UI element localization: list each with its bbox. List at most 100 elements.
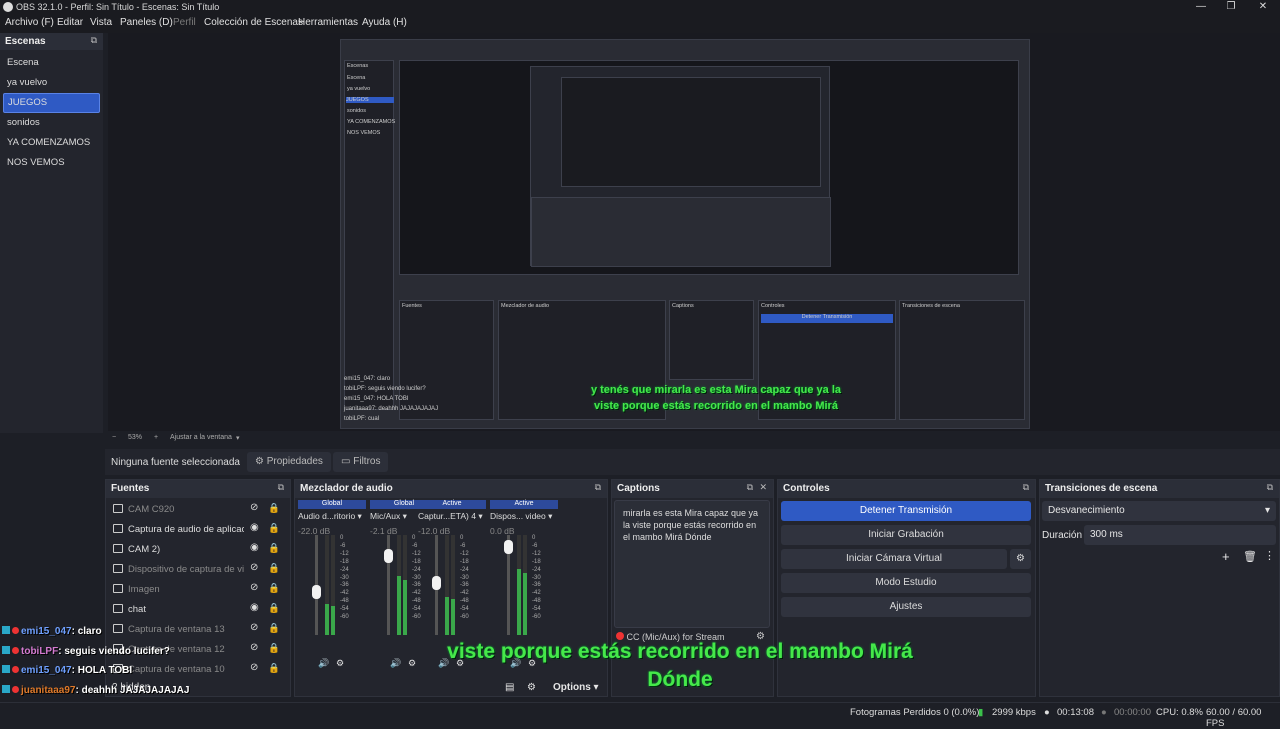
- nested-text: sonidos: [347, 108, 366, 114]
- menu-ayuda[interactable]: Ayuda (H): [362, 17, 407, 28]
- maximize-button[interactable]: ❐: [1216, 0, 1246, 15]
- virtual-cam-settings-icon[interactable]: ⚙: [1010, 549, 1031, 569]
- menu-coleccion[interactable]: Colección de Escenas: [204, 17, 303, 28]
- eye-off-icon[interactable]: ⊘: [250, 582, 258, 593]
- eye-off-icon[interactable]: ⊘: [250, 662, 258, 673]
- settings-button[interactable]: Ajustes: [781, 597, 1031, 617]
- source-item[interactable]: chat ◉ 🔒: [110, 600, 286, 620]
- meter-fill: [325, 603, 329, 635]
- volume-icon[interactable]: 🔊: [390, 658, 401, 669]
- eye-icon[interactable]: ◉: [250, 602, 259, 613]
- properties-button[interactable]: ⚙ Propiedades: [247, 452, 331, 472]
- start-virtual-cam-button[interactable]: Iniciar Cámara Virtual: [781, 549, 1007, 569]
- channel-name[interactable]: Dispos... video ▾: [490, 511, 558, 522]
- menu-archivo[interactable]: Archivo (F): [5, 17, 54, 28]
- channel-name[interactable]: Captur...ETA) 4 ▾: [418, 511, 486, 522]
- zoom-fit-select[interactable]: Ajustar a la ventana: [170, 434, 232, 441]
- captions-header: Captions ⧉ ✕: [612, 480, 773, 498]
- minimize-button[interactable]: —: [1186, 0, 1216, 15]
- float-icon[interactable]: ⧉: [1023, 482, 1029, 493]
- source-item[interactable]: Captura de audio de aplicación ◉ 🔒: [110, 520, 286, 540]
- menu-vista[interactable]: Vista: [90, 17, 112, 28]
- lock-icon[interactable]: 🔒: [268, 603, 280, 614]
- captions-text: mirarla es esta Mira capaz que ya la vis…: [614, 500, 770, 628]
- fader-knob[interactable]: [312, 584, 321, 599]
- chat-username: emi15_047: [21, 626, 72, 637]
- duration-value: 300 ms: [1090, 529, 1123, 540]
- fps: 60.00 / 60.00 FPS: [1206, 707, 1262, 729]
- scene-item[interactable]: NOS VEMOS: [0, 153, 103, 173]
- filters-button[interactable]: ▭ Filtros: [333, 452, 389, 472]
- channel-name[interactable]: Audio d...ritorio ▾: [298, 511, 366, 522]
- lock-icon[interactable]: 🔒: [268, 503, 280, 514]
- nested-sources: Fuentes: [399, 300, 494, 420]
- float-icon[interactable]: ⧉: [91, 35, 97, 46]
- nested-text: YA COMENZAMOS: [347, 119, 396, 125]
- zoom-out-button[interactable]: −: [112, 434, 116, 441]
- eye-off-icon[interactable]: ⊘: [250, 562, 258, 573]
- float-icon[interactable]: ⧉: [595, 482, 601, 493]
- stop-stream-button[interactable]: Detener Transmisión: [781, 501, 1031, 521]
- lock-icon[interactable]: 🔒: [268, 543, 280, 554]
- settings-icon[interactable]: ⚙: [336, 658, 344, 669]
- fader-knob[interactable]: [504, 539, 513, 554]
- lock-icon[interactable]: 🔒: [268, 523, 280, 534]
- lock-icon[interactable]: 🔒: [268, 583, 280, 594]
- level-meter: [523, 535, 527, 635]
- menu-herramientas[interactable]: Herramientas: [298, 17, 358, 28]
- channel-name-label: Audio d...ritorio: [298, 511, 356, 521]
- float-icon[interactable]: ⧉: [1267, 482, 1273, 493]
- start-recording-button[interactable]: Iniciar Grabación: [781, 525, 1031, 545]
- eye-off-icon[interactable]: ⊘: [250, 622, 258, 633]
- lock-icon[interactable]: 🔒: [268, 563, 280, 574]
- eye-off-icon[interactable]: ⊘: [250, 642, 258, 653]
- level-meter: [451, 535, 455, 635]
- duration-input[interactable]: 300 ms: [1084, 525, 1276, 545]
- lock-icon[interactable]: 🔒: [268, 643, 280, 654]
- trash-icon[interactable]: 🗑: [1243, 550, 1257, 563]
- source-item[interactable]: Captura de ventana 10 ⊘ 🔒: [110, 660, 286, 680]
- scene-item[interactable]: Escena: [0, 53, 103, 73]
- subtitle-line2: Dónde: [647, 668, 713, 691]
- eye-off-icon[interactable]: ⊘: [250, 502, 258, 513]
- preview-canvas[interactable]: Escenas Escena ya vuelvo JUEGOS sonidos …: [108, 33, 1280, 431]
- menu-editar[interactable]: Editar: [57, 17, 83, 28]
- close-button[interactable]: ✕: [1248, 0, 1278, 15]
- float-icon[interactable]: ⧉: [747, 482, 753, 493]
- source-item[interactable]: Dispositivo de captura de video ⊘ 🔒: [110, 560, 286, 580]
- add-transition-icon[interactable]: +: [1222, 549, 1230, 564]
- eye-icon[interactable]: ◉: [250, 522, 259, 533]
- scene-item[interactable]: ya vuelvo: [0, 73, 103, 93]
- settings-icon[interactable]: ⚙: [408, 658, 416, 669]
- eye-icon[interactable]: ◉: [250, 542, 259, 553]
- source-item[interactable]: CAM C920 ⊘ 🔒: [110, 500, 286, 520]
- close-icon[interactable]: ✕: [759, 482, 767, 493]
- fader-knob[interactable]: [432, 575, 441, 590]
- float-icon[interactable]: ⧉: [278, 482, 284, 493]
- scene-item[interactable]: sonidos: [0, 113, 103, 133]
- volume-icon[interactable]: 🔊: [318, 658, 329, 669]
- source-item[interactable]: Imagen ⊘ 🔒: [110, 580, 286, 600]
- transition-select[interactable]: Desvanecimiento ▾: [1042, 501, 1276, 521]
- studio-mode-button[interactable]: Modo Estudio: [781, 573, 1031, 593]
- zoom-bar: − 53% + Ajustar a la ventana ▾: [108, 431, 1280, 445]
- chat-text: : deahhh JAJAJAJAJAJ: [75, 684, 190, 696]
- more-icon[interactable]: ⋮: [1264, 549, 1275, 562]
- scene-item[interactable]: YA COMENZAMOS: [0, 133, 103, 153]
- lock-icon[interactable]: 🔒: [268, 623, 280, 634]
- chevron-down-icon[interactable]: ▾: [236, 434, 240, 442]
- platform-icon: [2, 665, 10, 673]
- menu-paneles[interactable]: Paneles (D): [120, 17, 173, 28]
- zoom-in-button[interactable]: +: [154, 434, 158, 441]
- db-scale: 0 -6 -12 -18 -24 -30 -36 -42 -48 -54 -60: [460, 535, 469, 621]
- signal-icon: ▮: [978, 707, 984, 718]
- source-type-icon: [113, 564, 123, 573]
- source-item[interactable]: CAM 2) ◉ 🔒: [110, 540, 286, 560]
- scene-item-selected[interactable]: JUEGOS: [3, 93, 100, 113]
- transitions-header: Transiciones de escena ⧉: [1040, 480, 1279, 498]
- source-item[interactable]: Captura de ventana 13 ⊘ 🔒: [110, 620, 286, 640]
- lock-icon[interactable]: 🔒: [268, 663, 280, 674]
- nested-text: Escena: [347, 75, 366, 81]
- fader-knob[interactable]: [384, 548, 393, 563]
- menu-perfil[interactable]: Perfil: [173, 17, 196, 28]
